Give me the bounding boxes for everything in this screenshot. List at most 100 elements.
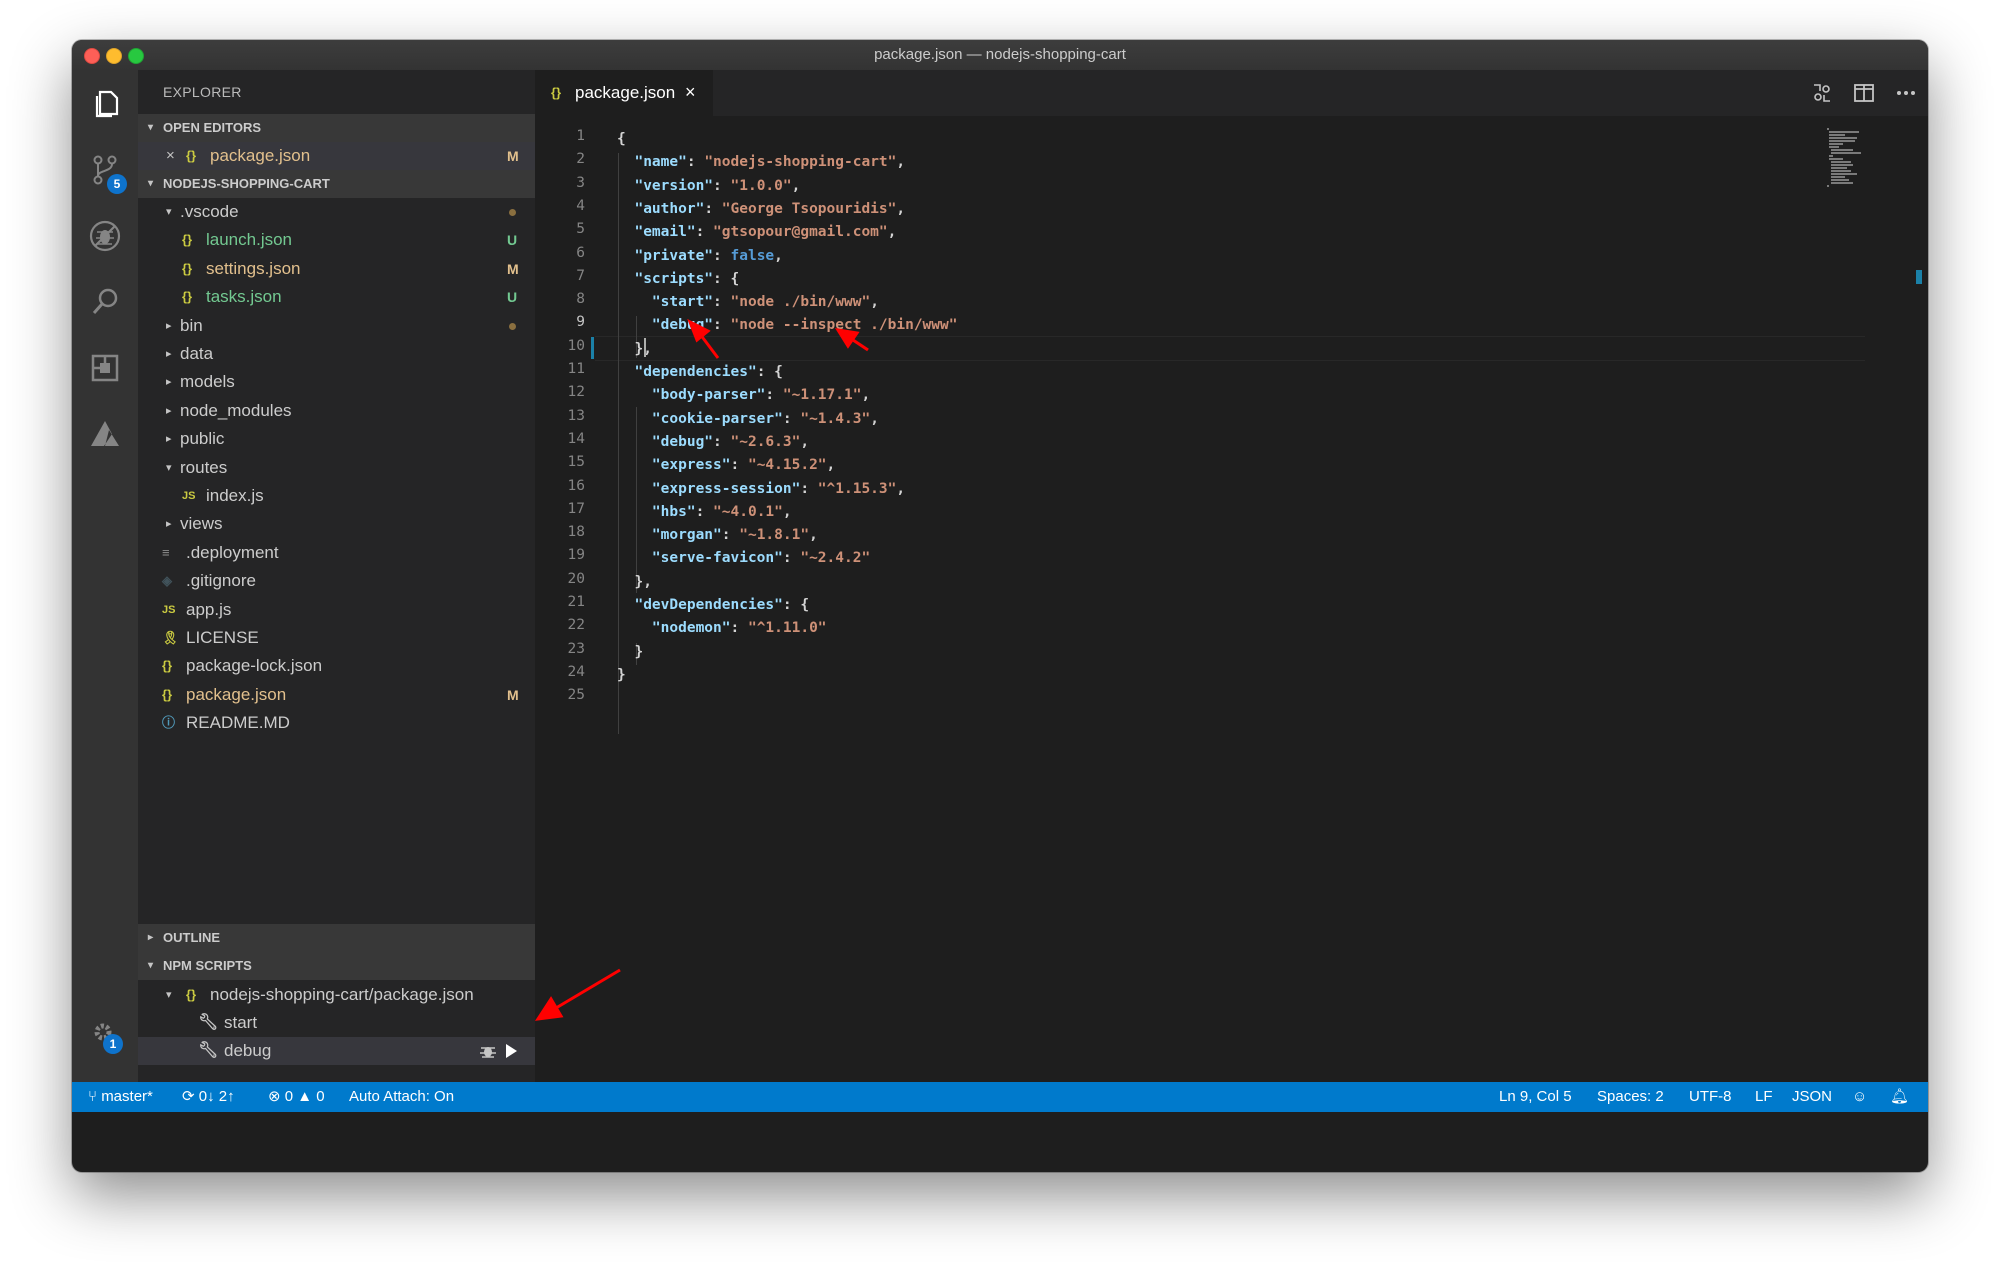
open-changes-icon[interactable] [1811,82,1833,104]
tab-package-json[interactable]: {} package.json × [535,70,713,117]
code-token: "email" [634,224,696,241]
git-branch-item[interactable]: ⑂ master* [88,1082,153,1112]
tree-item-label: public [180,429,225,449]
npm-package-item[interactable]: ▾ {} nodejs-shopping-cart/package.json [138,981,535,1009]
tab-label: package.json [575,83,676,102]
tree-item[interactable]: {} package-lock.json [138,652,535,680]
search-icon[interactable] [87,284,123,320]
tree-item[interactable]: {} settings.json M [138,255,535,283]
npm-scripts-header[interactable]: ▾ NPM SCRIPTS [138,952,535,980]
source-control-icon[interactable]: 5 [87,152,127,194]
tree-item[interactable]: ◈ .gitignore [138,567,535,595]
line-number: 16 [567,477,585,494]
indentation-item[interactable]: Spaces: 2 [1597,1082,1664,1112]
code-line: "express": "~4.15.2", [617,454,835,477]
project-header[interactable]: ▾ NODEJS-SHOPPING-CART [138,170,535,198]
npm-script-start[interactable]: 🔧︎ start [138,1009,535,1037]
encoding-item[interactable]: UTF-8 [1689,1082,1732,1112]
line-number: 17 [567,500,585,517]
code-token: : [695,503,714,520]
minimap[interactable] [1825,128,1885,188]
code-token: : [713,433,731,450]
outline-header[interactable]: ▸ OUTLINE [138,924,535,952]
code-token: : [713,294,731,311]
debug-icon[interactable] [87,218,123,254]
tree-item-label: .gitignore [186,571,256,591]
code-token: : { [713,270,740,287]
language-mode-item[interactable]: JSON [1792,1082,1832,1112]
js-file-icon: JS [162,603,176,616]
close-tab-icon[interactable]: × [685,82,696,103]
tree-item[interactable]: ≡ .deployment [138,539,535,567]
sync-item[interactable]: ⟳ 0↓ 2↑ [182,1082,235,1112]
problems-item[interactable]: ⊗ 0 ▲ 0 [268,1082,325,1112]
text-cursor [644,338,646,357]
tree-item[interactable]: ▸ node_modules [138,397,535,425]
more-actions-icon[interactable] [1895,82,1917,104]
feedback-smiley-icon[interactable]: ☺ [1852,1082,1867,1112]
code-token: "~1.17.1" [782,387,862,404]
settings-gear-icon[interactable]: 1 [87,1016,123,1054]
debug-script-icon[interactable] [479,1037,497,1065]
line-number: 14 [567,430,585,447]
tree-item[interactable]: 🎗 LICENSE [138,624,535,652]
code-token: "^1.11.0" [747,620,827,637]
tree-item[interactable]: ▾ .vscode [138,198,535,226]
split-editor-icon[interactable] [1853,82,1875,104]
code-token: , [870,410,879,427]
auto-attach-item[interactable]: Auto Attach: On [349,1082,454,1112]
code-token: , [800,433,810,450]
code-token: , [896,154,906,171]
code-token: : [730,457,748,474]
code-token: "~4.15.2" [747,457,827,474]
tree-item[interactable]: ▸ views [138,510,535,538]
tree-item[interactable]: {} package.json M [138,681,535,709]
npm-package-label: nodejs-shopping-cart/package.json [210,985,474,1004]
eol-item[interactable]: LF [1755,1082,1773,1112]
code-token: , [896,200,906,217]
tree-item[interactable]: ▸ public [138,425,535,453]
overview-ruler-mark [1916,270,1922,284]
code-token: : { [782,597,810,613]
code-token: "~1.4.3" [800,410,871,427]
line-number: 21 [567,594,585,610]
code-token: : [765,387,783,404]
tree-item[interactable]: {} tasks.json U [138,283,535,311]
explorer-icon[interactable] [87,86,123,122]
extensions-icon[interactable] [87,350,123,386]
tree-item[interactable]: ▾ routes [138,454,535,482]
notifications-bell-icon[interactable]: 🔔︎ [1890,1082,1909,1112]
line-number: 22 [567,617,585,634]
json-file-icon: {} [186,987,197,1002]
code-token: false [730,247,775,264]
tree-item[interactable]: ▸ data [138,340,535,368]
tree-item[interactable]: {} launch.json U [138,226,535,254]
tree-item[interactable]: JS index.js [138,482,535,510]
chevron-down-icon: ▾ [148,178,154,189]
tree-item[interactable]: ⓘ README.MD [138,709,535,737]
close-editor-icon[interactable]: × [166,142,175,170]
tree-item-label: launch.json [206,230,293,250]
git-branch-icon: ⑂ [88,1088,98,1105]
title-bar: package.json — nodejs-shopping-cart [72,40,1928,71]
tree-item-label: views [180,514,223,534]
npm-script-debug[interactable]: 🔧︎ debug [138,1037,535,1065]
run-script-icon[interactable] [504,1037,518,1065]
tree-item[interactable]: ▸ bin [138,312,535,340]
open-editor-item[interactable]: {} package.json M × [138,142,535,170]
line-number: 3 [576,174,585,191]
line-number: 4 [576,197,585,214]
status-bar: ⑂ master* ⟳ 0↓ 2↑ ⊗ 0 ▲ 0 Auto Attach: O… [72,1082,1928,1112]
azure-icon[interactable] [87,416,123,452]
tree-item[interactable]: JS app.js [138,596,535,624]
git-file-icon: ◈ [162,573,172,589]
tree-item[interactable]: ▸ models [138,368,535,396]
open-editors-header[interactable]: ▾ OPEN EDITORS [138,114,535,142]
cursor-position-item[interactable]: Ln 9, Col 5 [1499,1082,1572,1112]
